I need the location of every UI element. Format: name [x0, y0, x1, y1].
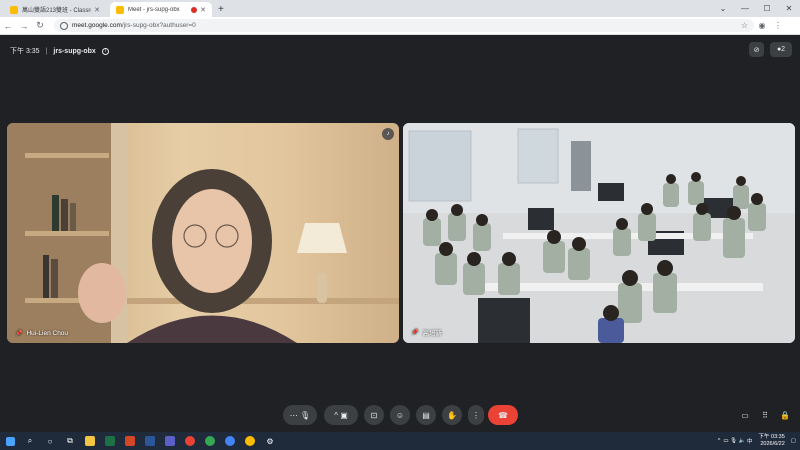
- close-window-button[interactable]: ✕: [778, 4, 800, 13]
- input-language[interactable]: 中: [747, 437, 753, 445]
- pin-icon[interactable]: 📌: [15, 330, 22, 337]
- back-icon[interactable]: ←: [0, 21, 16, 31]
- volume-icon[interactable]: 🔈: [739, 438, 746, 444]
- tab-search-icon[interactable]: ⌄: [712, 4, 734, 13]
- captions-button[interactable]: ▤: [416, 405, 436, 425]
- url-path: /jrs-supg-obx?authuser=0: [121, 22, 196, 29]
- chevron-up-icon[interactable]: ^: [334, 411, 338, 420]
- taskbar-time: 下午 03:35: [758, 434, 785, 440]
- bookmark-star-icon[interactable]: ☆: [741, 21, 748, 30]
- chrome-icon[interactable]: [180, 432, 200, 450]
- mic-tray-icon[interactable]: 🎙: [730, 438, 737, 444]
- powerpoint-icon[interactable]: [120, 432, 140, 450]
- meeting-code: jrs-supg-obx: [53, 47, 96, 55]
- separator: |: [45, 47, 48, 55]
- tab-classroom[interactable]: 萬山雙語213雙班 - Classroom ✕: [4, 2, 106, 17]
- profile-icon[interactable]: ◉: [754, 21, 770, 30]
- lock-person-icon: 🔒: [780, 410, 790, 420]
- tab-title: 萬山雙語213雙班 - Classroom: [22, 8, 91, 14]
- participant-name: Hui-Lien Chou: [26, 330, 69, 337]
- pin-icon[interactable]: 📌: [411, 329, 418, 336]
- chrome-icon[interactable]: [240, 432, 260, 450]
- meet-favicon-icon: [116, 5, 124, 14]
- excel-icon[interactable]: [100, 432, 120, 450]
- microphone-icon: 🎙: [300, 410, 311, 420]
- meeting-header: 下午 3:35 | jrs-supg-obx i: [10, 46, 109, 56]
- chat-icon: ▭: [741, 410, 749, 420]
- search-icon[interactable]: ⌕: [20, 432, 40, 450]
- participant-tile[interactable]: ♪ 📌 Hui-Lien Chou: [7, 123, 399, 343]
- cortana-icon[interactable]: ○: [40, 432, 60, 450]
- settings-gear-icon[interactable]: ⚙: [260, 432, 280, 450]
- taskbar-date: 2026/6/22: [760, 441, 785, 447]
- menu-kebab-icon[interactable]: ⋮: [770, 21, 786, 30]
- emoji-icon: ☺: [395, 410, 405, 420]
- windows-start-icon[interactable]: [0, 432, 20, 450]
- meeting-control-bar: ⋯ 🎙 ^ ▣ ⊡ ☺ ▤ ✋ ⋮ ☎ ▭ ⠿ 🔒: [0, 405, 800, 427]
- participant-name-label: 📌 Hui-Lien Chou: [15, 330, 68, 337]
- meeting-top-actions: ⊘ ●2: [749, 42, 792, 57]
- site-info-icon[interactable]: [60, 21, 68, 30]
- hand-icon: ✋: [447, 410, 457, 420]
- close-tab-icon[interactable]: ✕: [200, 6, 206, 14]
- hang-up-icon: ☎: [498, 410, 508, 420]
- camera-icon: ▣: [340, 410, 348, 420]
- close-tab-icon[interactable]: ✕: [94, 6, 100, 14]
- task-view-icon[interactable]: ⧉: [60, 432, 80, 450]
- camera-off-indicator-icon[interactable]: ⊘: [749, 42, 764, 57]
- url-host: meet.google.com: [72, 22, 122, 29]
- browser-tab-strip: 萬山雙語213雙班 - Classroom ✕ Meet - jrs-supg-…: [0, 0, 800, 17]
- present-screen-button[interactable]: ⊡: [364, 405, 384, 425]
- camera-toggle-button[interactable]: ^ ▣: [324, 405, 358, 425]
- minimize-button[interactable]: —: [734, 4, 756, 13]
- toolbar-right: ◉ ⋮: [754, 21, 786, 30]
- system-tray: ^ ▭ 🎙 🔈 中 下午 03:35 2026/6/22 ▢: [718, 432, 796, 450]
- more-options-button[interactable]: ⋮: [468, 405, 484, 425]
- classroom-favicon-icon: [10, 5, 18, 14]
- chrome-icon[interactable]: [220, 432, 240, 450]
- chrome-icon[interactable]: [200, 432, 220, 450]
- recording-indicator-icon: [191, 6, 198, 13]
- meeting-time: 下午 3:35: [10, 48, 40, 55]
- participant-name: 高培新: [422, 330, 442, 337]
- file-explorer-icon[interactable]: [80, 432, 100, 450]
- participant-video: [403, 123, 795, 343]
- reactions-button[interactable]: ☺: [390, 405, 410, 425]
- forward-icon[interactable]: →: [16, 21, 32, 31]
- windows-taskbar: ⌕ ○ ⧉ ⚙ ^ ▭ 🎙 🔈 中 下午 03:35 2026/6/22 ▢: [0, 432, 800, 450]
- grid-apps-icon: ⠿: [762, 410, 768, 420]
- people-count-button[interactable]: ●2: [770, 42, 792, 57]
- captions-icon: ▤: [422, 410, 430, 420]
- leave-call-button[interactable]: ☎: [488, 405, 518, 425]
- chat-button[interactable]: ▭: [736, 405, 754, 425]
- taskbar-clock[interactable]: 下午 03:35 2026/6/22: [759, 434, 785, 448]
- chevron-up-icon[interactable]: ^: [718, 438, 721, 444]
- more-options-icon[interactable]: ⋯: [290, 411, 298, 420]
- mic-toggle-button[interactable]: ⋯ 🎙: [283, 405, 317, 425]
- participant-video: [7, 123, 399, 343]
- tab-title: Meet - jrs-supg-obx: [128, 6, 180, 13]
- present-screen-icon: ⊡: [370, 410, 378, 420]
- meeting-info-icon[interactable]: i: [101, 47, 109, 55]
- kebab-icon: ⋮: [472, 410, 480, 420]
- raise-hand-button[interactable]: ✋: [442, 405, 462, 425]
- network-icon[interactable]: ▭: [723, 438, 728, 444]
- reload-icon[interactable]: ↻: [32, 20, 48, 31]
- activities-button[interactable]: ⠿: [756, 405, 774, 425]
- mic-activity-icon: ♪: [382, 128, 394, 140]
- url-field[interactable]: meet.google.com /jrs-supg-obx?authuser=0…: [54, 19, 754, 32]
- address-bar-row: ← → ↻ meet.google.com /jrs-supg-obx?auth…: [0, 17, 800, 35]
- tab-meet[interactable]: Meet - jrs-supg-obx ✕: [110, 2, 212, 17]
- participant-name-label: 📌 高培新: [411, 327, 442, 338]
- notification-icon[interactable]: ▢: [791, 438, 796, 444]
- teams-icon[interactable]: [160, 432, 180, 450]
- new-tab-button[interactable]: +: [218, 2, 224, 17]
- host-controls-button[interactable]: 🔒: [776, 405, 794, 425]
- window-controls: ⌄ — ☐ ✕: [712, 0, 800, 17]
- maximize-button[interactable]: ☐: [756, 4, 778, 13]
- participant-tile[interactable]: 📌 高培新: [403, 123, 795, 343]
- word-icon[interactable]: [140, 432, 160, 450]
